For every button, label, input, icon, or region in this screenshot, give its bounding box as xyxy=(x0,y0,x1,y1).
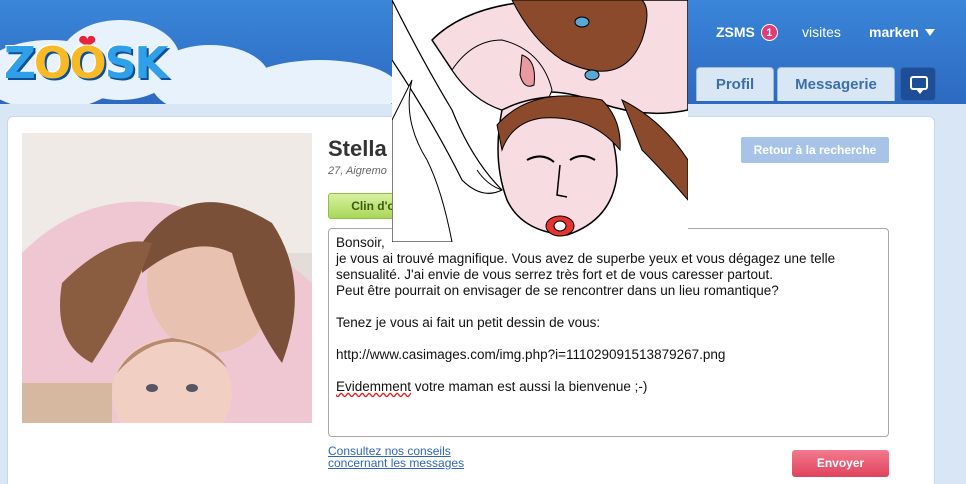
zsms-badge: 1 xyxy=(760,24,778,41)
zsms-label: ZSMS xyxy=(716,24,755,40)
username: marken xyxy=(869,24,919,40)
logo-text: ZOOSK xyxy=(4,38,169,89)
message-spacer xyxy=(336,363,881,379)
zsms-link[interactable]: ZSMS 1 xyxy=(716,24,778,44)
visites-link[interactable]: visites xyxy=(802,24,841,44)
message-line: Peut être pourrait on envisager de se re… xyxy=(336,283,779,298)
message-spacer xyxy=(336,331,881,347)
message-spacer xyxy=(336,299,881,315)
chat-icon xyxy=(910,76,928,94)
profile-photo[interactable] xyxy=(22,133,312,423)
message-line: Evidemment votre maman est aussi la bien… xyxy=(336,379,648,394)
message-tips-link[interactable]: Consultez nos conseils concernant les me… xyxy=(328,445,468,469)
tab-messagerie[interactable]: Messagerie xyxy=(777,67,895,101)
chat-button[interactable] xyxy=(900,67,936,101)
misspelled-word: Evidemment xyxy=(336,379,412,394)
message-textarea[interactable]: Bonsoir, je vous ai trouvé magnifique. V… xyxy=(328,228,889,437)
message-line: je vous ai trouvé magnifique. Vous avez … xyxy=(336,251,839,282)
user-menu[interactable]: marken xyxy=(869,24,935,44)
tab-profil[interactable]: Profil xyxy=(696,67,774,101)
back-to-search-button[interactable]: Retour à la recherche xyxy=(741,137,889,163)
message-line: Tenez je vous ai fait un petit dessin de… xyxy=(336,315,601,330)
message-line: http://www.casimages.com/img.php?i=11102… xyxy=(336,347,726,362)
send-button[interactable]: Envoyer xyxy=(792,450,889,477)
profile-subtitle: 27, Aigremo xyxy=(328,165,387,177)
chevron-down-icon xyxy=(924,29,935,36)
profile-name: Stella xyxy=(328,136,387,161)
pasted-drawing-image xyxy=(391,0,689,243)
zoosk-logo[interactable]: ❤ ZOOSK xyxy=(0,28,180,89)
